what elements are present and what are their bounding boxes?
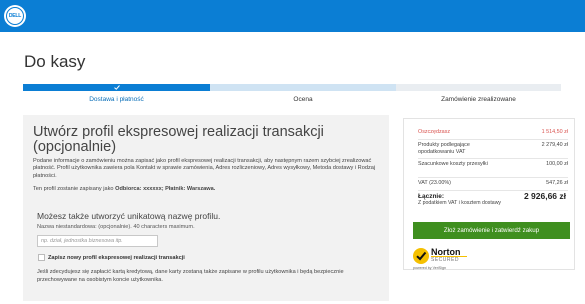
save-profile-checkbox[interactable] (38, 254, 45, 261)
profile-save-info-name: Odbiorca: xxxxxx; Płatnik: Warszawa. (115, 186, 216, 192)
express-profile-description: Podane informacje o zamówieniu można zap… (33, 158, 376, 179)
summary-row-shipping: Szacunkowe koszty przesyłki 100,00 zł (418, 161, 568, 175)
page-title: Do kasy (24, 52, 86, 71)
total-subtitle: Z podatkiem VAT i kosztem dostawy (418, 200, 502, 206)
summary-label-taxable-products: Produkty podlegające opodatkowaniu VAT (418, 142, 470, 155)
progress-segment-completed (396, 84, 561, 91)
summary-value-savings: 1 514,50 zł (541, 129, 568, 135)
express-profile-title: Utwórz profil ekspresowej realizacji tra… (33, 124, 324, 155)
summary-label-vat: VAT (23.00%) (418, 180, 451, 186)
progress-segment-review (210, 84, 396, 91)
total-value: 2 926,66 zł (523, 191, 566, 201)
summary-row-taxable-products: Produkty podlegające opodatkowaniu VAT 2… (418, 142, 568, 156)
custom-profile-name-heading: Możesz także utworzyć unikatową nazwę pr… (37, 211, 221, 221)
step-label-review: Ocena (293, 96, 313, 103)
summary-divider (418, 139, 568, 140)
custom-name-field-label: Nazwa niestandardowa: (opcjonalnie). 40 … (37, 224, 195, 230)
top-header-bar: DELL (0, 0, 585, 32)
norton-powered-by: powered by VeriSign (413, 266, 446, 270)
summary-row-savings: Oszczędzasz 1 514,50 zł (418, 129, 568, 137)
card-storage-note: Jeśli zdecydujesz się zapłacić kartą kre… (37, 269, 344, 283)
total-label: Łącznie: (418, 193, 445, 200)
summary-row-vat: VAT (23.00%) 547,26 zł (418, 180, 568, 188)
profile-save-info: Ten profil zostanie zapisany jako Odbior… (33, 186, 383, 193)
dell-logo[interactable]: DELL (4, 5, 26, 27)
summary-label-savings: Oszczędzasz (418, 129, 451, 135)
norton-checkmark-icon (416, 251, 427, 261)
norton-check-icon (413, 248, 429, 264)
custom-profile-name-placeholder: np. dział, jednostka biznesowa itp. (41, 238, 123, 244)
save-profile-checkbox-label[interactable]: Zapisz nowy profil ekspresowej realizacj… (48, 255, 185, 261)
custom-profile-name-input[interactable]: np. dział, jednostka biznesowa itp. (37, 235, 158, 247)
place-order-button[interactable]: Złoż zamówienie i zatwierdź zakup (413, 222, 570, 239)
checkout-progress-bar (23, 84, 561, 91)
dell-logo-text: DELL (8, 13, 22, 19)
check-icon (114, 85, 120, 90)
summary-value-vat: 547,26 zł (546, 180, 568, 186)
dell-logo-ring: DELL (6, 7, 24, 25)
step-label-delivery-payment[interactable]: Dostawa i płatność (23, 96, 210, 103)
norton-secured-label: SECURED (431, 257, 459, 263)
profile-save-info-prefix: Ten profil zostanie zapisany jako (33, 186, 116, 192)
summary-value-taxable-products: 2 279,40 zł (541, 142, 568, 148)
summary-value-shipping: 100,00 zł (546, 161, 568, 167)
summary-divider (418, 158, 568, 159)
norton-secured-badge[interactable]: Norton SECURED powered by VeriSign (413, 246, 473, 274)
summary-divider (418, 177, 568, 178)
step-label-order-completed: Zamówienie zrealizowane (441, 96, 516, 103)
summary-label-shipping: Szacunkowe koszty przesyłki (418, 161, 488, 167)
